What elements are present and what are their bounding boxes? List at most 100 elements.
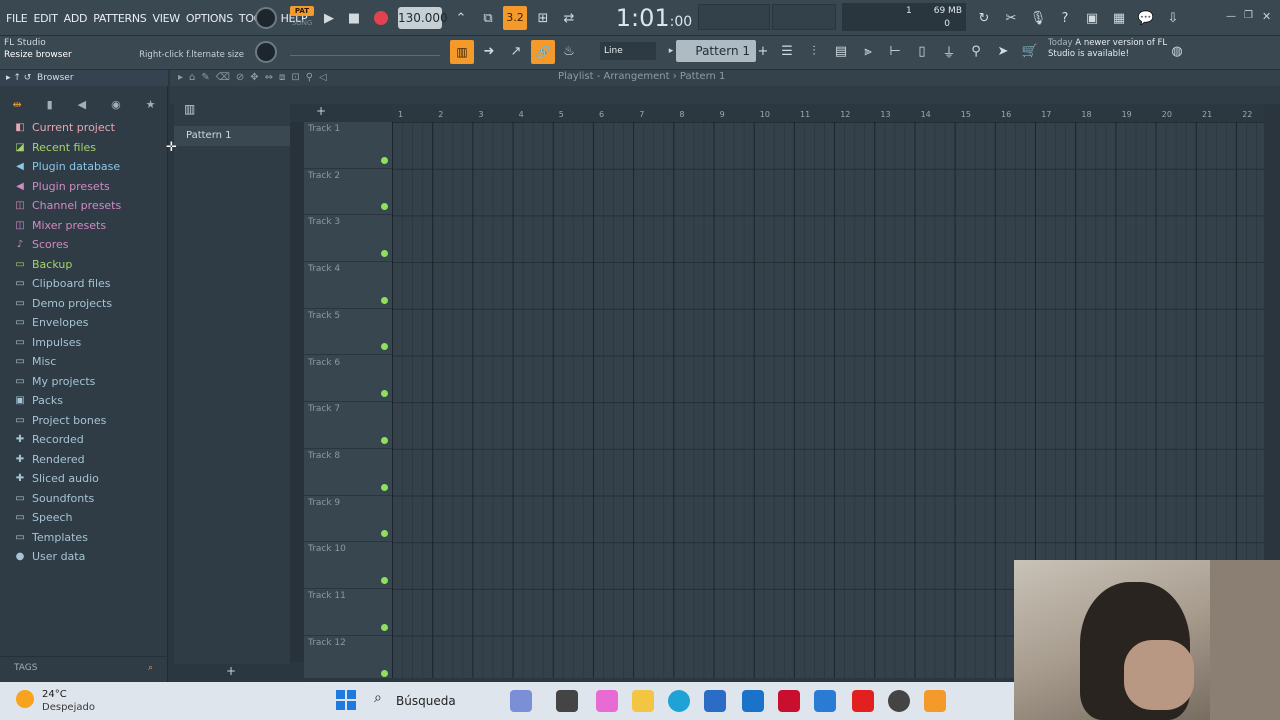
track-mute-led[interactable] [381, 483, 388, 491]
track-mute-led[interactable] [381, 390, 388, 398]
browser-item[interactable]: ▭ Soundfonts [14, 489, 164, 509]
youtube-icon[interactable] [852, 690, 874, 712]
menu-file[interactable]: FILE [6, 12, 28, 25]
bell-icon[interactable]: ♨ [558, 40, 580, 62]
add-track-icon[interactable]: + [316, 104, 326, 118]
track-header[interactable]: Track 10 [304, 542, 392, 589]
browser-item[interactable]: ✚ Recorded [14, 430, 164, 450]
tree-icon[interactable]: ⊢ [884, 40, 906, 62]
store-icon[interactable] [704, 690, 726, 712]
database-tab-icon[interactable]: ◉ [111, 98, 121, 111]
track-header[interactable]: Track 6 [304, 356, 392, 403]
master-volume-knob[interactable] [255, 7, 277, 29]
snap-select[interactable]: Line [600, 42, 656, 60]
browser-item[interactable]: ▭ Speech [14, 508, 164, 528]
search-icon[interactable]: ⌕ [148, 657, 153, 679]
add-pattern-button[interactable]: + [752, 40, 774, 62]
browser-item[interactable]: ▭ Impulses [14, 333, 164, 353]
track-header[interactable]: Track 1 [304, 122, 392, 169]
browser-item[interactable]: ◪ Recent files [14, 138, 164, 158]
track-header[interactable]: Track 4 [304, 262, 392, 309]
track-header[interactable]: Track 8 [304, 449, 392, 496]
mic-icon[interactable]: 🎙 [1027, 7, 1049, 29]
pat-song-toggle[interactable]: PAT SONG [290, 6, 314, 30]
browser-item[interactable]: ✚ Sliced audio [14, 469, 164, 489]
track-mute-led[interactable] [381, 623, 388, 631]
copilot-icon[interactable] [596, 690, 618, 712]
sliders-icon[interactable]: ⫸ [857, 40, 879, 62]
browser-item[interactable]: ✚ Rendered [14, 450, 164, 470]
browser-item[interactable]: ◀ Plugin presets [14, 177, 164, 197]
browser-item[interactable]: ▣ Packs [14, 391, 164, 411]
playlist-tools[interactable]: ▸⌂✎⌫⊘✥⇔⧈⊡⚲◁ [178, 72, 333, 83]
stop-button[interactable]: ■ [343, 7, 365, 29]
record-button[interactable] [370, 7, 392, 29]
favorites-tab-icon[interactable]: ★ [146, 98, 156, 111]
browser-item[interactable]: ▭ Backup [14, 255, 164, 275]
browser-item[interactable]: ◧ Current project [14, 118, 164, 138]
close-icon[interactable]: ✕ [1262, 10, 1271, 23]
edge-icon[interactable] [668, 690, 690, 712]
track-mute-led[interactable] [381, 156, 388, 164]
browser-item[interactable]: ▭ Clipboard files [14, 274, 164, 294]
plug-icon[interactable]: ⏚ [938, 40, 960, 62]
browser-item[interactable]: ♪ Scores [14, 235, 164, 255]
mixer-icon[interactable]: ⫶ [803, 40, 825, 62]
track-mute-led[interactable] [381, 576, 388, 584]
menu-add[interactable]: ADD [64, 12, 88, 25]
arrow-icon[interactable]: ➤ [992, 40, 1014, 62]
news-panel[interactable]: Today A newer version of FL Studio is av… [1048, 38, 1178, 68]
picker-scrollbar[interactable] [290, 122, 304, 662]
files-tab-icon[interactable]: ▮ [47, 98, 53, 111]
play-button[interactable]: ▶ [318, 7, 340, 29]
obs-icon[interactable] [888, 690, 910, 712]
pitch-knob[interactable] [255, 41, 277, 63]
pattern-selector[interactable]: Pattern 1 [676, 40, 756, 62]
fl-studio-icon[interactable] [924, 690, 946, 712]
tempo-display[interactable]: 130.000 [398, 7, 448, 29]
blend-notes-icon[interactable]: ⇄ [558, 7, 580, 29]
track-header[interactable]: Track 5 [304, 309, 392, 356]
browser-item[interactable]: ▭ Project bones [14, 411, 164, 431]
browser-item[interactable]: ▭ Templates [14, 528, 164, 548]
browser-item[interactable]: ▭ Demo projects [14, 294, 164, 314]
track-mute-led[interactable] [381, 296, 388, 304]
chat-icon[interactable]: 💬 [1135, 7, 1157, 29]
channel-rack-icon[interactable]: ☰ [776, 40, 798, 62]
help-icon[interactable]: ? [1054, 7, 1076, 29]
track-mute-led[interactable] [381, 436, 388, 444]
piano-roll-icon[interactable]: ▤ [830, 40, 852, 62]
track-mute-led[interactable] [381, 530, 388, 538]
link-button[interactable]: 🔗 [531, 40, 555, 64]
restore-icon[interactable]: ❐ [1244, 10, 1253, 21]
track-mute-led[interactable] [381, 203, 388, 211]
windows-start-icon[interactable] [336, 690, 356, 710]
browser-item[interactable]: ▭ Envelopes [14, 313, 164, 333]
loop-record-icon[interactable]: ⊞ [532, 7, 554, 29]
track-header[interactable]: Track 9 [304, 496, 392, 543]
undo-icon[interactable]: ↻ [973, 7, 995, 29]
track-header[interactable]: Track 3 [304, 215, 392, 263]
song-position[interactable]: 1:01:00 [612, 2, 696, 34]
menu-patterns[interactable]: PATTERNS [93, 12, 147, 25]
master-pitch-slider[interactable] [290, 46, 440, 56]
browser-item[interactable]: ◀ Plugin database [14, 157, 164, 177]
browser-item[interactable]: ▭ Misc [14, 352, 164, 372]
picker-pattern-item[interactable]: Pattern 1 [174, 126, 290, 146]
piano-roll-toggle-icon[interactable]: ▥ [184, 102, 195, 116]
slide-icon[interactable]: ↗ [505, 40, 527, 62]
track-header[interactable]: Track 12 [304, 636, 392, 683]
file-explorer-icon[interactable] [632, 690, 654, 712]
track-header[interactable]: Track 7 [304, 402, 392, 449]
weather-widget[interactable]: 24°C Despejado [14, 686, 134, 716]
plugins-tab-icon[interactable]: ◀ [78, 98, 86, 111]
app-icon[interactable] [814, 690, 836, 712]
piano-icon[interactable]: ▦ [1108, 7, 1130, 29]
task-view-icon[interactable] [556, 690, 578, 712]
mcafee-icon[interactable] [778, 690, 800, 712]
browser-item[interactable]: ● User data [14, 547, 164, 567]
track-mute-led[interactable] [381, 250, 388, 258]
menu-edit[interactable]: EDIT [33, 12, 57, 25]
metronome-icon[interactable]: ⌃ [450, 7, 472, 29]
file-icon[interactable]: ▯ [911, 40, 933, 62]
